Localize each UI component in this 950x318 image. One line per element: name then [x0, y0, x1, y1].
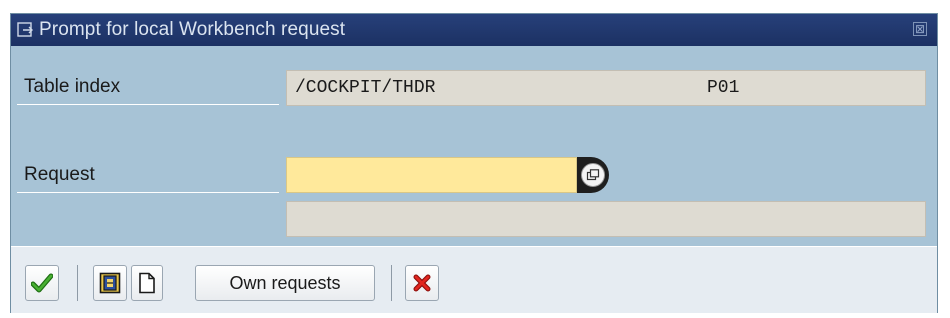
table-index-field: /COCKPIT/THDR P01 — [286, 70, 926, 106]
new-document-button[interactable] — [131, 265, 163, 301]
own-requests-button[interactable]: Own requests — [195, 265, 375, 301]
toolbar-separator — [77, 265, 78, 301]
toolbar-separator — [391, 265, 392, 301]
dialog-toolbar: Own requests — [11, 246, 937, 313]
table-index-system: P01 — [707, 78, 740, 98]
table-index-value: /COCKPIT/THDR — [295, 78, 436, 98]
create-request-button[interactable] — [93, 265, 127, 301]
workbench-request-dialog: Prompt for local Workbench request ⊠ Tab… — [10, 13, 938, 313]
label-underline — [17, 104, 279, 105]
close-icon[interactable]: ⊠ — [913, 22, 927, 36]
cancel-button[interactable] — [405, 265, 439, 301]
label-underline — [17, 192, 279, 193]
cancel-x-icon — [413, 274, 431, 292]
dialog-window-icon — [17, 21, 35, 39]
request-input[interactable] — [286, 157, 577, 193]
continue-button[interactable] — [25, 265, 59, 301]
table-index-label: Table index — [24, 76, 121, 97]
new-document-icon — [139, 272, 155, 294]
request-label: Request — [24, 164, 95, 185]
value-help-icon — [581, 163, 605, 187]
checkmark-icon — [31, 273, 53, 293]
value-help-button[interactable] — [577, 157, 609, 193]
dialog-title-bar: Prompt for local Workbench request ⊠ — [11, 14, 937, 46]
dialog-title: Prompt for local Workbench request — [39, 19, 346, 40]
own-requests-label: Own requests — [229, 272, 341, 293]
request-description-field — [286, 201, 926, 237]
create-request-icon — [99, 272, 121, 294]
